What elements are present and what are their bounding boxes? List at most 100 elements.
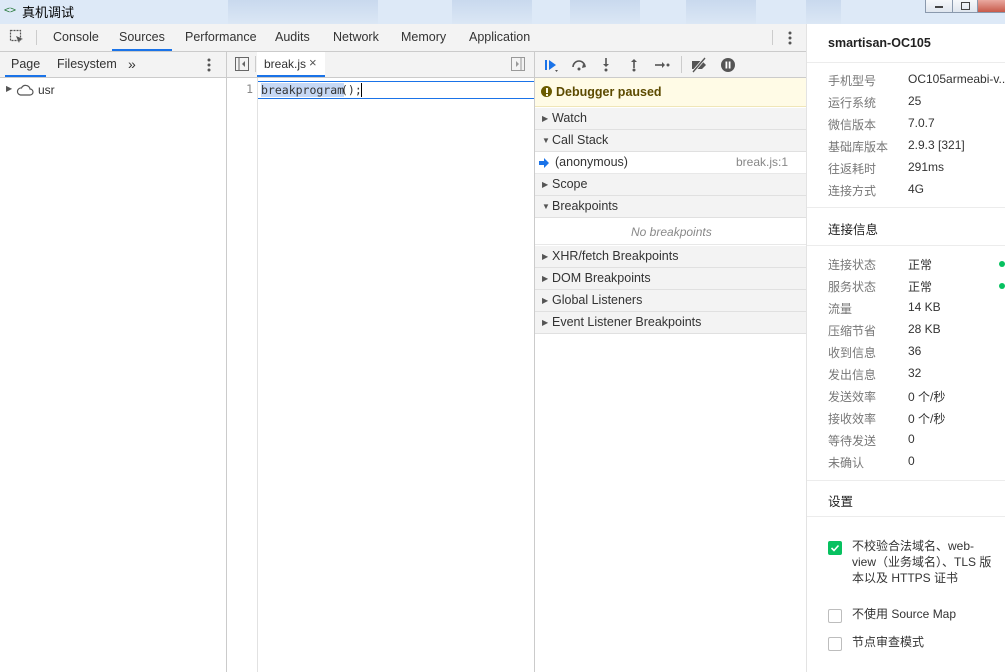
window-title-bar: <> 真机调试 bbox=[0, 0, 1005, 24]
toggle-navigator-icon[interactable] bbox=[235, 57, 249, 71]
step-icon[interactable] bbox=[654, 57, 670, 73]
title-bar-blur bbox=[570, 0, 640, 24]
current-line-highlight: breakprogram (); bbox=[258, 81, 534, 99]
conn-value: 正常 bbox=[908, 258, 933, 272]
maximize-icon bbox=[961, 2, 970, 10]
conn-key: 流量 bbox=[828, 302, 853, 316]
section-scope[interactable]: ▶ Scope bbox=[535, 174, 806, 196]
setting-label: 不校验合法域名、web- view（业务域名）、TLS 版 本以及 HTTPS … bbox=[852, 538, 991, 586]
code-brackets-icon: <> bbox=[4, 5, 17, 16]
device-name: smartisan-OC105 bbox=[828, 36, 931, 50]
toolbar-divider bbox=[681, 56, 682, 73]
info-value: 2.9.3 [321] bbox=[908, 138, 965, 152]
setting-disable-source-map[interactable]: 不使用 Source Map bbox=[828, 606, 1005, 624]
section-label: Watch bbox=[552, 111, 587, 125]
kebab-menu-icon[interactable] bbox=[788, 30, 792, 46]
navigator-kebab-icon[interactable] bbox=[207, 57, 211, 73]
setting-node-inspect-mode[interactable]: 节点审查模式 bbox=[828, 634, 1005, 652]
conn-key: 压缩节省 bbox=[828, 324, 877, 338]
section-event-listener-breakpoints[interactable]: ▶ Event Listener Breakpoints bbox=[535, 312, 806, 334]
inspect-element-icon[interactable] bbox=[9, 29, 25, 45]
title-bar-blur bbox=[686, 0, 756, 24]
tab-console[interactable]: Console bbox=[53, 24, 99, 51]
step-into-icon[interactable] bbox=[600, 56, 612, 72]
tree-item-usr[interactable]: ▶ usr bbox=[0, 82, 226, 100]
toggle-debugger-icon[interactable] bbox=[511, 57, 525, 71]
collapse-arrow-icon: ▼ bbox=[542, 202, 550, 211]
maximize-button[interactable] bbox=[952, 0, 978, 13]
expand-arrow-icon: ▶ bbox=[542, 252, 549, 261]
info-key: 往返耗时 bbox=[828, 162, 877, 176]
no-breakpoints-text: No breakpoints bbox=[631, 225, 712, 239]
info-key: 连接方式 bbox=[828, 184, 877, 198]
setting-label-line: view（业务域名）、TLS 版 bbox=[852, 555, 992, 569]
checkbox-checked[interactable] bbox=[828, 541, 842, 555]
debugger-paused-label: Debugger paused bbox=[556, 85, 662, 99]
expand-arrow-icon: ▶ bbox=[542, 296, 549, 305]
tab-application[interactable]: Application bbox=[469, 24, 530, 51]
step-over-icon[interactable] bbox=[570, 57, 588, 73]
section-call-stack[interactable]: ▼ Call Stack bbox=[535, 130, 806, 152]
conn-value: 0 bbox=[908, 432, 915, 446]
conn-key: 发出信息 bbox=[828, 368, 877, 382]
debugger-paused-banner: Debugger paused bbox=[535, 78, 806, 107]
resume-icon[interactable] bbox=[543, 57, 559, 73]
section-label: Event Listener Breakpoints bbox=[552, 315, 702, 329]
settings-title: 设置 bbox=[828, 495, 854, 509]
info-value: 7.0.7 bbox=[908, 116, 935, 130]
section-global-listeners[interactable]: ▶ Global Listeners bbox=[535, 290, 806, 312]
info-key: 手机型号 bbox=[828, 74, 877, 88]
info-value: 25 bbox=[908, 94, 922, 108]
code-rest: (); bbox=[341, 83, 362, 97]
call-frame-location[interactable]: break.js:1 bbox=[736, 155, 788, 169]
cloud-icon bbox=[16, 83, 34, 97]
minimize-button[interactable] bbox=[925, 0, 953, 13]
close-tab-icon[interactable]: × bbox=[309, 55, 317, 70]
section-label: Scope bbox=[552, 177, 588, 191]
text-cursor bbox=[361, 83, 362, 97]
conn-value: 28 KB bbox=[908, 322, 941, 336]
tab-audits[interactable]: Audits bbox=[275, 24, 310, 51]
line-number-gutter: 1 bbox=[227, 78, 258, 672]
conn-key: 等待发送 bbox=[828, 434, 877, 448]
pause-on-exceptions-icon[interactable] bbox=[720, 57, 736, 73]
checkbox-unchecked[interactable] bbox=[828, 637, 842, 651]
tab-filesystem[interactable]: Filesystem bbox=[57, 52, 117, 77]
section-dom-breakpoints[interactable]: ▶ DOM Breakpoints bbox=[535, 268, 806, 290]
selected-code-token[interactable]: breakprogram bbox=[261, 83, 345, 97]
conn-value: 0 个/秒 bbox=[908, 390, 946, 404]
tab-performance[interactable]: Performance bbox=[185, 24, 257, 51]
tab-page[interactable]: Page bbox=[5, 52, 47, 77]
tab-network[interactable]: Network bbox=[333, 24, 379, 51]
step-out-icon[interactable] bbox=[628, 56, 640, 72]
tab-divider bbox=[772, 30, 773, 45]
conn-value: 正常 bbox=[908, 280, 933, 294]
section-label: Call Stack bbox=[552, 133, 609, 147]
setting-label: 节点审查模式 bbox=[852, 635, 925, 649]
conn-key: 发送效率 bbox=[828, 390, 877, 404]
section-label: XHR/fetch Breakpoints bbox=[552, 249, 679, 263]
file-tab-break-js[interactable]: break.js × bbox=[257, 52, 325, 77]
deactivate-breakpoints-icon[interactable] bbox=[690, 57, 708, 73]
code-editor: break.js × 1 breakprogram (); bbox=[227, 52, 535, 672]
conn-value: 0 个/秒 bbox=[908, 412, 946, 426]
line-number[interactable]: 1 bbox=[246, 82, 253, 96]
section-watch[interactable]: ▶ Watch bbox=[535, 108, 806, 130]
checkbox-unchecked[interactable] bbox=[828, 609, 842, 623]
section-breakpoints[interactable]: ▼ Breakpoints bbox=[535, 196, 806, 218]
setting-label-line: 不校验合法域名、web- bbox=[852, 539, 975, 553]
editor-tab-bar: break.js × bbox=[227, 52, 534, 78]
tab-sources[interactable]: Sources bbox=[112, 24, 172, 51]
setting-skip-domain-check[interactable]: 不校验合法域名、web- view（业务域名）、TLS 版 本以及 HTTPS … bbox=[828, 538, 1005, 586]
more-tabs-icon[interactable]: » bbox=[128, 52, 136, 77]
section-label: Global Listeners bbox=[552, 293, 643, 307]
window-title: 真机调试 bbox=[22, 5, 75, 20]
call-frame-anonymous[interactable]: (anonymous) break.js:1 bbox=[535, 152, 806, 174]
tab-memory[interactable]: Memory bbox=[401, 24, 446, 51]
status-ok-dot bbox=[999, 283, 1005, 289]
tree-item-label: usr bbox=[38, 83, 55, 97]
minimize-icon bbox=[935, 6, 943, 8]
section-xhr-breakpoints[interactable]: ▶ XHR/fetch Breakpoints bbox=[535, 246, 806, 268]
section-label: DOM Breakpoints bbox=[552, 271, 651, 285]
close-window-button[interactable] bbox=[977, 0, 1005, 13]
